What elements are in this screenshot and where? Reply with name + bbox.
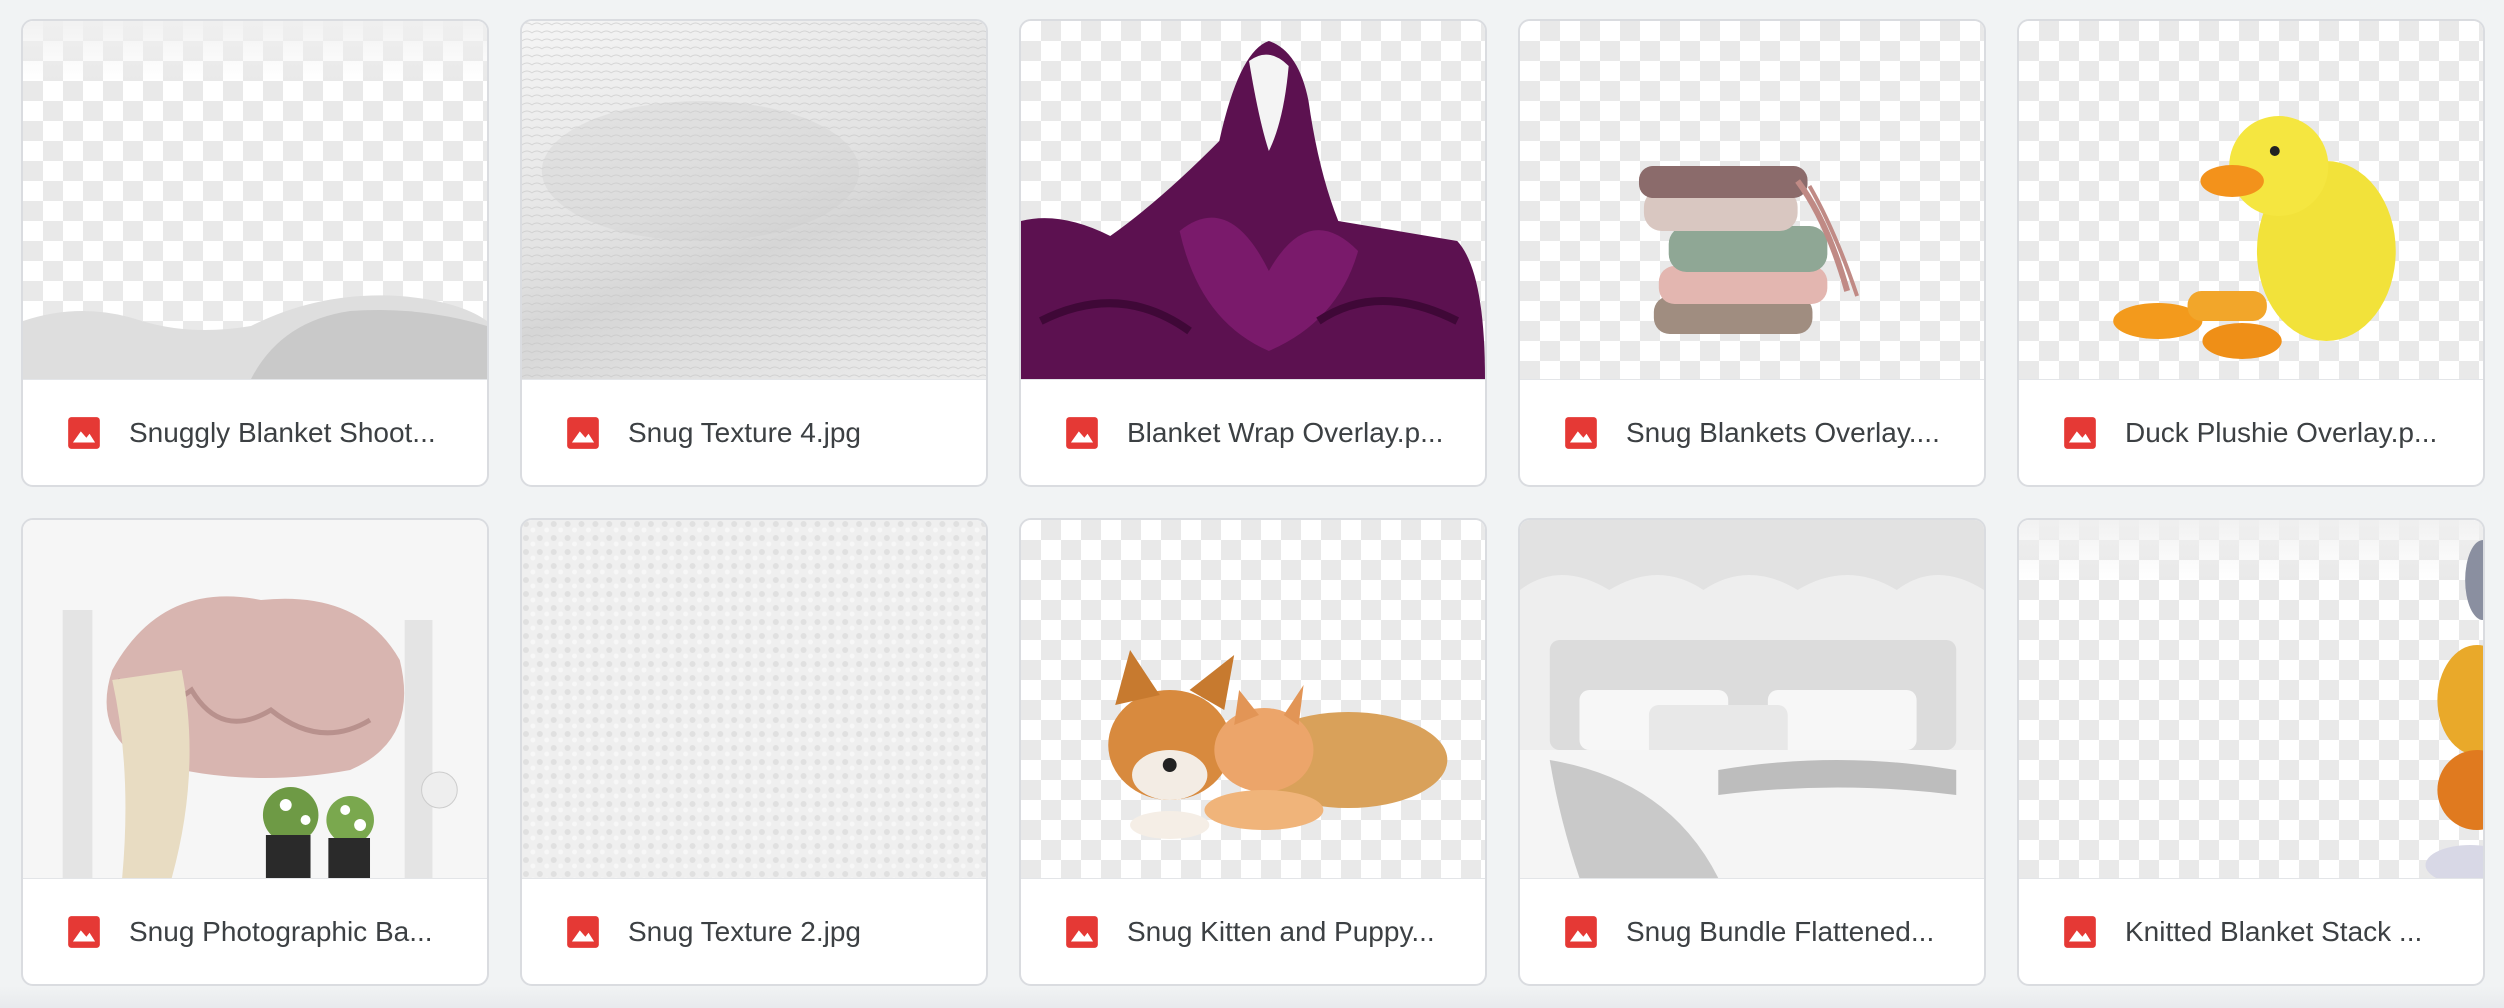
image-file-icon [1066,416,1098,449]
image-file-icon [1565,915,1597,948]
file-name: Duck Plushie Overlay.p... [2125,416,2438,448]
file-name: Snuggly Blanket Shoot... [129,416,436,448]
image-file-icon [567,416,599,449]
file-thumbnail [23,21,487,380]
file-card[interactable]: Snuggly Blanket Shoot... [21,19,489,487]
file-card[interactable]: Snug Bundle Flattened... [1518,518,1986,986]
image-file-icon [68,416,100,449]
file-thumbnail [2019,520,2483,879]
file-card[interactable]: Blanket Wrap Overlay.p... [1019,19,1487,487]
file-name: Snug Bundle Flattened... [1626,915,1935,947]
image-file-icon [68,915,100,948]
bottom-fade [0,986,2504,1008]
file-name: Knitted Blanket Stack ... [2125,915,2423,947]
file-thumbnail [1520,520,1984,879]
file-card[interactable]: Snug Blankets Overlay.... [1518,19,1986,487]
file-name: Snug Texture 2.jpg [628,915,861,947]
file-name: Snug Blankets Overlay.... [1626,416,1940,448]
file-thumbnail [522,520,986,879]
file-card[interactable]: Snug Texture 2.jpg [520,518,988,986]
file-name: Snug Photographic Ba... [129,915,433,947]
image-file-icon [1066,915,1098,948]
file-thumbnail [2019,21,2483,380]
file-name: Snug Kitten and Puppy... [1127,915,1435,947]
file-card[interactable]: Snug Photographic Ba... [21,518,489,986]
image-file-icon [1565,416,1597,449]
file-name: Blanket Wrap Overlay.p... [1127,416,1444,448]
file-grid: Snuggly Blanket Shoot... Snug Texture 4.… [21,19,2485,986]
file-card[interactable]: Duck Plushie Overlay.p... [2017,19,2485,487]
file-thumbnail [522,21,986,380]
file-card[interactable]: Snug Kitten and Puppy... [1019,518,1487,986]
file-thumbnail [1021,520,1485,879]
file-card[interactable]: Knitted Blanket Stack ... [2017,518,2485,986]
file-thumbnail [1520,21,1984,380]
file-name: Snug Texture 4.jpg [628,416,861,448]
image-file-icon [2064,416,2096,449]
file-thumbnail [1021,21,1485,380]
image-file-icon [567,915,599,948]
file-thumbnail [23,520,487,879]
image-file-icon [2064,915,2096,948]
file-card[interactable]: Snug Texture 4.jpg [520,19,988,487]
